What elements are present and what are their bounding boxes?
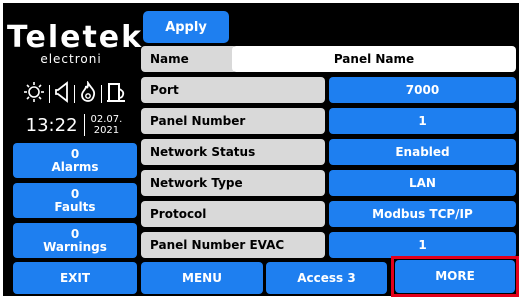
faults-count: 0 xyxy=(70,186,80,201)
warnings-label: Warnings xyxy=(43,239,107,254)
separator xyxy=(48,85,50,103)
protocol-value[interactable]: Modbus TCP/IP xyxy=(329,201,516,227)
network-type-value[interactable]: LAN xyxy=(329,170,516,196)
protocol-label: Protocol xyxy=(141,201,325,227)
alarms-button[interactable]: 0 Alarms xyxy=(13,143,137,178)
date-day-month: 02.07. xyxy=(90,114,123,125)
alarms-count: 0 xyxy=(70,146,80,161)
fire-icon xyxy=(79,79,97,107)
network-status-label: Network Status xyxy=(141,139,325,165)
network-type-label: Network Type xyxy=(141,170,325,196)
name-label: Name xyxy=(141,46,237,72)
separator xyxy=(100,85,102,103)
apply-button[interactable]: Apply xyxy=(143,11,229,43)
panel-number-value[interactable]: 1 xyxy=(329,108,516,134)
sun-icon xyxy=(23,81,45,107)
date-year: 2021 xyxy=(93,125,120,136)
alarms-label: Alarms xyxy=(51,159,99,174)
separator xyxy=(83,114,85,136)
date: 02.07. 2021 xyxy=(91,114,123,136)
name-input[interactable]: Panel Name xyxy=(232,46,516,72)
faults-button[interactable]: 0 Faults xyxy=(13,183,137,218)
separator xyxy=(73,85,75,103)
exit-button[interactable]: EXIT xyxy=(13,262,137,294)
teletek-logo: Teletek electroni xyxy=(7,20,144,67)
warnings-button[interactable]: 0 Warnings xyxy=(13,223,137,258)
more-button-highlight xyxy=(391,256,519,297)
panel-number-label: Panel Number xyxy=(141,108,325,134)
status-icons xyxy=(11,79,137,107)
brand-name: Teletek xyxy=(7,20,144,55)
faults-label: Faults xyxy=(54,199,96,214)
warnings-count: 0 xyxy=(70,226,80,241)
port-value[interactable]: 7000 xyxy=(329,77,516,103)
panel-number-evac-value[interactable]: 1 xyxy=(329,232,516,258)
menu-button[interactable]: MENU xyxy=(141,262,263,294)
panel-number-evac-label: Panel Number EVAC xyxy=(141,232,325,258)
access-level-button[interactable]: Access 3 xyxy=(266,262,387,294)
fire-door-icon xyxy=(106,81,126,107)
port-label: Port xyxy=(141,77,325,103)
network-status-value[interactable]: Enabled xyxy=(329,139,516,165)
panel-screen: Apply Teletek electroni 13:22 02.07. 202… xyxy=(3,3,519,297)
time: 13:22 xyxy=(25,114,78,136)
clock: 13:22 02.07. 2021 xyxy=(11,111,137,139)
speaker-icon xyxy=(54,81,70,107)
